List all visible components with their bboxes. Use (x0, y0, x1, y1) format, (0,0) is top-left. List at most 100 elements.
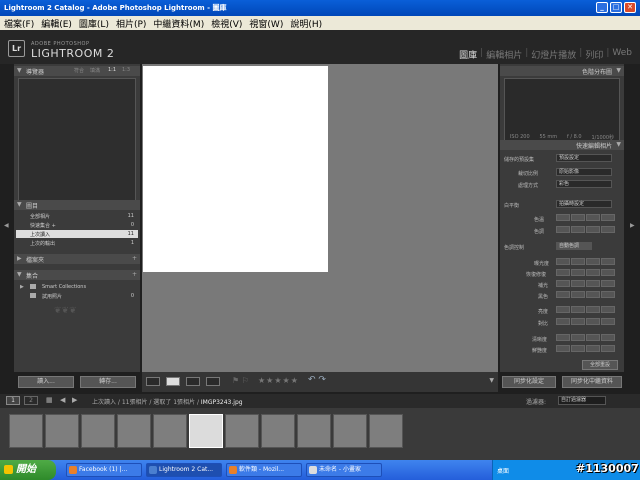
filmstrip-thumbnail[interactable] (117, 414, 151, 448)
collection-item-smart-collections[interactable]: ▶ Smart Collections (16, 283, 138, 291)
grid-icon[interactable]: ▦ (46, 396, 53, 404)
toolbar-menu-chevron-icon[interactable]: ▼ (489, 377, 494, 384)
collapse-triangle-icon[interactable]: ▼ (17, 271, 22, 278)
saved-preset-select[interactable]: 預設設定 (556, 154, 612, 162)
survey-view-icon[interactable] (206, 377, 220, 386)
taskbar-item-mozilla[interactable]: 軟件類 - Mozil... (226, 463, 302, 477)
import-button[interactable]: 讀入... (18, 376, 74, 388)
zoom-1-1[interactable]: 1:1 (108, 67, 116, 73)
collection-item-trial-photos[interactable]: 試用照片 0 (16, 292, 138, 300)
filmstrip-thumbnail[interactable] (153, 414, 187, 448)
grid-view-icon[interactable] (146, 377, 160, 386)
filmstrip-thumbnail[interactable] (369, 414, 403, 448)
filmstrip-thumbnail[interactable] (333, 414, 367, 448)
menu-library[interactable]: 圖庫(L) (79, 17, 109, 30)
blacks-buttons[interactable] (556, 291, 615, 298)
treatment-select[interactable]: 彩色 (556, 180, 612, 188)
vibrance-buttons[interactable] (556, 345, 615, 352)
filmstrip-thumbnail[interactable] (297, 414, 331, 448)
catalog-header[interactable]: ▼ 圖目 (14, 200, 140, 210)
expand-triangle-icon[interactable]: ▶ (20, 284, 24, 290)
histogram-header[interactable]: 色階分布圖 ▼ (500, 66, 624, 76)
auto-tone-button[interactable]: 自動色調 (556, 242, 592, 250)
zoom-fit[interactable]: 符合 (74, 67, 84, 74)
export-button[interactable]: 轉存... (80, 376, 136, 388)
brightness-buttons[interactable] (556, 306, 615, 313)
filmstrip-thumbnail[interactable] (9, 414, 43, 448)
filmstrip-thumbnail[interactable] (261, 414, 295, 448)
menu-metadata[interactable]: 中繼資料(M) (153, 17, 204, 30)
filmstrip-thumbnail-selected[interactable] (189, 414, 223, 448)
collapse-triangle-icon[interactable]: ▼ (17, 201, 22, 208)
menu-view[interactable]: 檢視(V) (211, 17, 242, 30)
menu-photo[interactable]: 相片(P) (116, 17, 146, 30)
module-develop[interactable]: 編輯相片 (486, 48, 522, 61)
navigator-header[interactable]: ▼ 導覽器 符合 填滿 1:1 1:3 (14, 66, 140, 76)
loupe-view[interactable] (142, 64, 498, 372)
zoom-1-3[interactable]: 1:3 (122, 67, 130, 73)
filter-select[interactable]: 自訂過濾器 (558, 396, 606, 405)
module-library[interactable]: 圖庫 (459, 48, 477, 61)
catalog-item-all-photos[interactable]: 全部相片 11 (16, 212, 138, 220)
flag-icons[interactable]: ⚑ ⚐ (232, 376, 249, 385)
tint-buttons[interactable] (556, 226, 615, 233)
treatment-row: 處理方式 彩色 (504, 180, 620, 189)
menu-help[interactable]: 說明(H) (290, 17, 322, 30)
taskbar-item-facebook[interactable]: Facebook (1) |... (66, 463, 142, 477)
window-2-button[interactable]: 2 (24, 396, 38, 405)
catalog-item-quick-collection[interactable]: 快速集合 + 0 (16, 221, 138, 229)
module-web[interactable]: Web (612, 48, 632, 61)
window-1-button[interactable]: 1 (6, 396, 20, 405)
expand-triangle-icon[interactable]: ▶ (17, 255, 22, 262)
filmstrip-thumbnail[interactable] (81, 414, 115, 448)
start-button[interactable]: 開始 (0, 460, 56, 480)
back-arrow-icon[interactable]: ◀ (60, 396, 65, 404)
zoom-fill[interactable]: 填滿 (90, 67, 100, 74)
module-slideshow[interactable]: 幻燈片播放 (531, 48, 576, 61)
filmstrip-thumbnail[interactable] (45, 414, 79, 448)
white-balance-select[interactable]: 拍攝時設定 (556, 200, 612, 208)
menu-file[interactable]: 檔案(F) (4, 17, 34, 30)
sync-metadata-button[interactable]: 同步化中繼資料 (562, 376, 622, 388)
add-collection-icon[interactable]: + (132, 271, 137, 278)
navigator-preview[interactable] (18, 78, 136, 202)
crop-ratio-select[interactable]: 原始影像 (556, 168, 612, 176)
forward-arrow-icon[interactable]: ▶ (72, 396, 77, 404)
temperature-buttons[interactable] (556, 214, 615, 221)
menu-window[interactable]: 視窗(W) (249, 17, 283, 30)
filmstrip-thumbnail[interactable] (225, 414, 259, 448)
contrast-buttons[interactable] (556, 318, 615, 325)
fill-light-buttons[interactable] (556, 280, 615, 287)
clarity-buttons[interactable] (556, 334, 615, 341)
compare-view-icon[interactable] (186, 377, 200, 386)
left-panel-collapse-icon[interactable]: ◀ (4, 222, 9, 229)
add-folder-icon[interactable]: + (132, 255, 137, 262)
maximize-button[interactable]: □ (610, 2, 622, 13)
reset-all-button[interactable]: 全部重設 (582, 360, 618, 370)
desktop-toolbar-label[interactable]: 桌面 (497, 466, 509, 475)
star-rating[interactable]: ★★★★★ (258, 376, 299, 385)
collections-header[interactable]: ▼ 集合 + (14, 270, 140, 280)
collapse-triangle-icon[interactable]: ▼ (616, 141, 621, 148)
collapse-triangle-icon[interactable]: ▼ (17, 67, 22, 74)
close-button[interactable]: ✕ (624, 2, 636, 13)
quick-develop-header[interactable]: 快速編輯相片 ▼ (500, 140, 624, 150)
minimize-button[interactable]: _ (596, 2, 608, 13)
exposure-buttons[interactable] (556, 258, 615, 265)
taskbar-item-lightroom[interactable]: Lightroom 2 Cat... (146, 463, 222, 477)
photo-preview[interactable] (143, 66, 328, 272)
module-print[interactable]: 列印 (585, 48, 603, 61)
menu-edit[interactable]: 編輯(E) (41, 17, 72, 30)
catalog-item-previous-export[interactable]: 上次的輸出 1 (16, 239, 138, 247)
taskbar-item-paint[interactable]: 未命名 - 小畫家 (306, 463, 382, 477)
folders-header[interactable]: ▶ 檔案夾 + (14, 254, 140, 264)
catalog-item-previous-import[interactable]: 上次讀入 11 (16, 230, 138, 238)
recovery-buttons[interactable] (556, 269, 615, 276)
collapse-triangle-icon[interactable]: ▼ (616, 67, 621, 74)
filmstrip-breadcrumb[interactable]: 上次讀入 / 11張相片 / 選取了 1張相片 / IMGP3243.jpg (92, 397, 243, 406)
sync-settings-button[interactable]: 同步化設定 (502, 376, 556, 388)
rotate-icons[interactable]: ↶ ↷ (308, 375, 326, 385)
right-panel-collapse-icon[interactable]: ▶ (630, 222, 635, 229)
loupe-view-icon[interactable] (166, 377, 180, 386)
recovery-row: 恢復修復 (504, 269, 620, 278)
